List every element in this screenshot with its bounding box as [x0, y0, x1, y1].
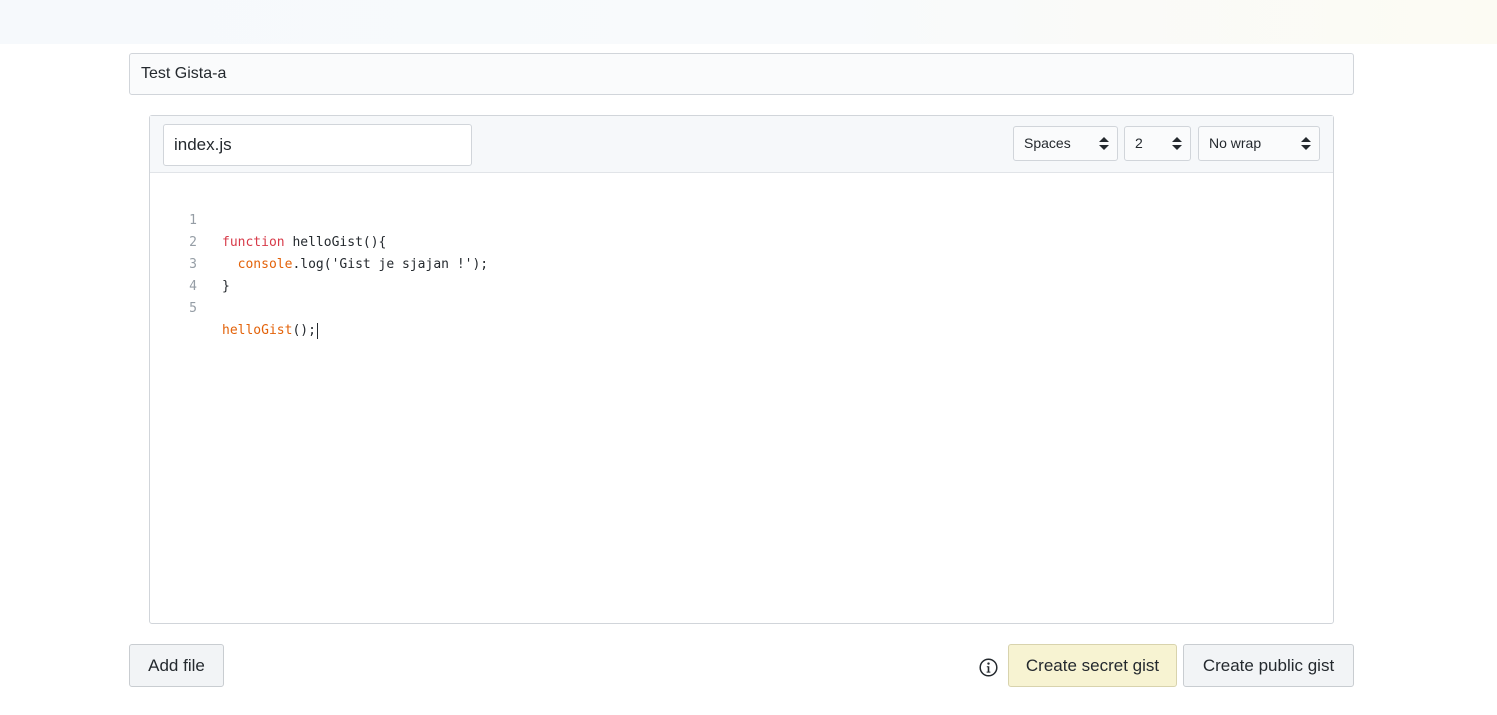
info-icon[interactable]	[979, 658, 998, 677]
up-down-chevron-icon	[1099, 137, 1109, 150]
create-secret-gist-button[interactable]: Create secret gist	[1008, 644, 1177, 687]
indent-mode-value: Spaces	[1024, 135, 1071, 151]
up-down-chevron-icon	[1172, 137, 1182, 150]
code-line: 5 helloGist();	[150, 276, 1333, 339]
wrap-mode-select[interactable]: No wrap	[1198, 126, 1320, 161]
add-file-button[interactable]: Add file	[129, 644, 224, 687]
header-band	[0, 0, 1497, 44]
indent-size-select[interactable]: 2	[1124, 126, 1191, 161]
code-line: 4	[150, 254, 1333, 294]
code-editor[interactable]: 1 function helloGist(){ 2 console.log('G…	[150, 188, 1333, 339]
text-cursor	[316, 322, 318, 339]
code-line: 2 console.log('Gist je sjajan !');	[150, 210, 1333, 272]
file-editor-panel: index.js Spaces 2 No wrap 1 function hel…	[149, 115, 1334, 624]
filename-input[interactable]: index.js	[163, 124, 472, 166]
code-line: 1 function helloGist(){	[150, 188, 1333, 250]
gist-description-input[interactable]: Test Gista-a	[129, 53, 1354, 95]
line-content: helloGist();	[222, 320, 318, 342]
create-public-gist-button[interactable]: Create public gist	[1183, 644, 1354, 687]
indent-size-value: 2	[1135, 135, 1143, 151]
code-token: ();	[292, 323, 316, 338]
code-line: 3 }	[150, 232, 1333, 294]
wrap-mode-value: No wrap	[1209, 135, 1262, 151]
file-editor-header: index.js Spaces 2 No wrap	[150, 116, 1333, 173]
line-number: 5	[189, 301, 197, 316]
up-down-chevron-icon	[1301, 137, 1311, 150]
function-call-token: helloGist	[222, 323, 293, 338]
indent-mode-select[interactable]: Spaces	[1013, 126, 1118, 161]
